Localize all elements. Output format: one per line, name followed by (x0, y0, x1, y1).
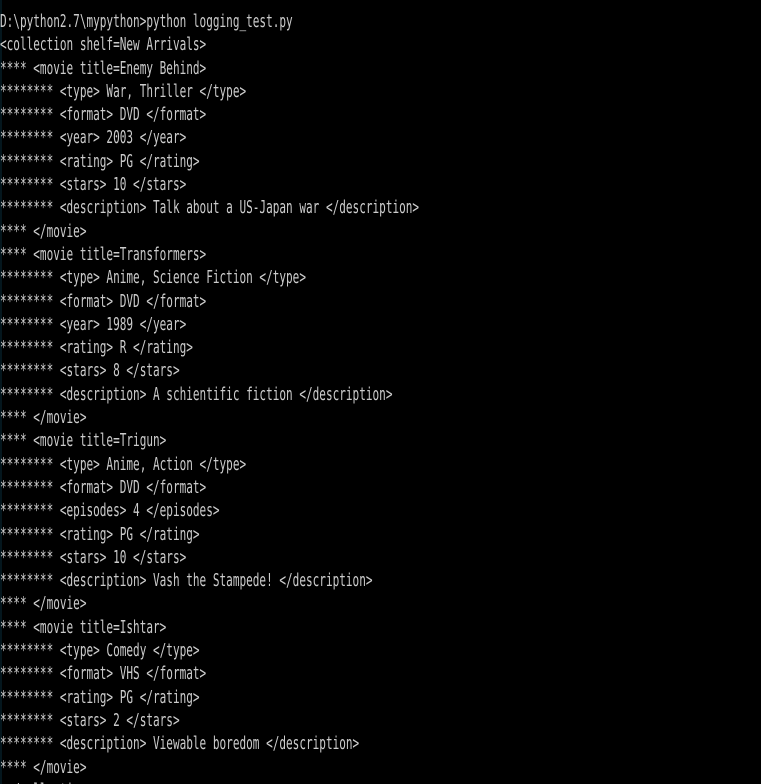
terminal-output-buffer: D:\python2.7\mypython>python logging_tes… (0, 11, 761, 784)
terminal-line: **** </movie> (0, 757, 87, 778)
terminal-line: ******** <stars> 8 </stars> (0, 361, 180, 382)
terminal-line: ******** <type> War, Thriller </type> (0, 81, 247, 102)
terminal-line: **** <movie title=Ishtar> (0, 617, 167, 638)
terminal-line: **** <movie title=Trigun> (0, 431, 167, 452)
terminal-console[interactable]: D:\python2.7\mypython>python logging_tes… (0, 0, 761, 784)
terminal-line: ******** <rating> PG </rating> (0, 687, 200, 708)
terminal-line: **** </movie> (0, 221, 87, 242)
terminal-line: ******** <stars> 10 </stars> (0, 547, 187, 568)
terminal-line: ******** <format> DVD </format> (0, 477, 207, 498)
terminal-line: ******** <rating> PG </rating> (0, 151, 200, 172)
terminal-line: ******** <year> 2003 </year> (0, 128, 187, 149)
terminal-line: ******** <description> A schientific fic… (0, 384, 393, 405)
terminal-line: ******** <type> Comedy </type> (0, 641, 200, 662)
terminal-line: **** <movie title=Enemy Behind> (0, 58, 207, 79)
terminal-line: ******** <stars> 10 </stars> (0, 175, 187, 196)
terminal-line: ******** <rating> PG </rating> (0, 524, 200, 545)
terminal-line: **** <movie title=Transformers> (0, 244, 207, 265)
terminal-line: ******** <year> 1989 </year> (0, 314, 187, 335)
terminal-line: </collection> (0, 780, 478, 784)
terminal-line: ******** <stars> 2 </stars> (0, 710, 180, 731)
terminal-line: **** </movie> (0, 594, 87, 615)
terminal-line: **** </movie> (0, 408, 87, 429)
terminal-line: ******** <episodes> 4 </episodes> (0, 501, 220, 522)
terminal-line: ******** <description> Vash the Stampede… (0, 571, 373, 592)
terminal-line: ******** <type> Anime, Action </type> (0, 454, 247, 475)
terminal-line: ******** <format> DVD </format> (0, 105, 207, 126)
terminal-line: <collection shelf=New Arrivals> (0, 35, 207, 56)
terminal-line: ******** <rating> R </rating> (0, 338, 193, 359)
terminal-line: ******** <description> Viewable boredom … (0, 734, 360, 755)
terminal-line: ******** <description> Talk about a US-J… (0, 198, 420, 219)
terminal-line: ******** <type> Anime, Science Fiction <… (0, 268, 306, 289)
terminal-line: D:\python2.7\mypython>python logging_tes… (0, 12, 293, 32)
terminal-line: ******** <format> DVD </format> (0, 291, 207, 312)
terminal-line: ******** <format> VHS </format> (0, 664, 207, 685)
